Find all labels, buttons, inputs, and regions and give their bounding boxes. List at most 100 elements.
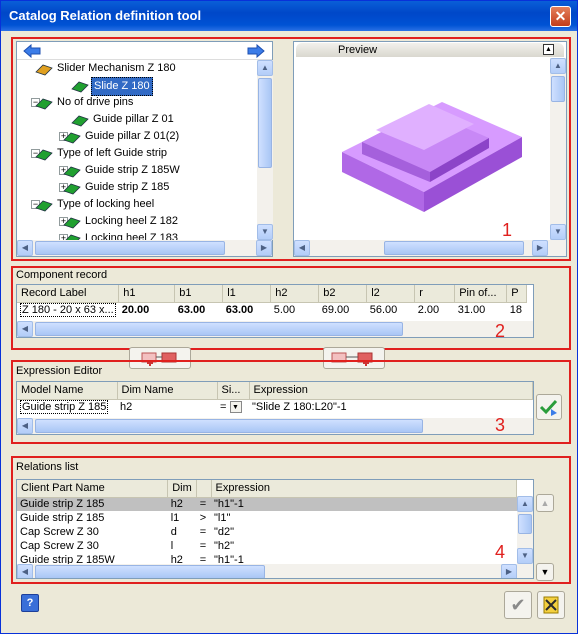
scroll-up-icon[interactable]: ▲ — [257, 60, 273, 76]
cancel-button[interactable] — [537, 591, 565, 619]
scroll-right-icon[interactable]: ▶ — [256, 240, 272, 256]
ok-button[interactable]: ✔ — [504, 591, 532, 619]
relations-grid[interactable]: Client Part Name Dim Expression Guide stri… — [16, 479, 534, 579]
scroll-up-icon[interactable]: ▲ — [550, 58, 566, 74]
table-row[interactable]: Guide strip Z 185 l1 > "l1" — [17, 511, 517, 525]
table-row[interactable]: Cap Screw Z 30 d = "d2" — [17, 525, 517, 539]
record-cell[interactable]: 5.00 — [271, 302, 319, 317]
preview-title: Preview — [338, 44, 378, 56]
tree-item[interactable]: + Guide strip Z 185 — [17, 179, 257, 196]
component-record-grid[interactable]: Record Label h1 b1 l1 h2 b2 l2 r Pin of... P Z 18… — [16, 284, 534, 338]
tree-item[interactable]: − No of drive pins — [17, 94, 257, 111]
scroll-thumb[interactable] — [384, 241, 524, 255]
column-header[interactable]: Dim — [167, 480, 198, 498]
scroll-right-icon[interactable]: ▶ — [532, 240, 548, 256]
column-header[interactable]: l2 — [366, 285, 416, 303]
tree-horizontal-scrollbar[interactable]: ◀ ▶ — [17, 240, 272, 256]
column-header[interactable]: Pin of... — [454, 285, 508, 303]
expression-sign-cell[interactable]: = — [220, 401, 226, 413]
group-icon — [35, 198, 53, 212]
tree-item[interactable]: + Locking heel Z 183 — [17, 230, 257, 240]
column-header[interactable]: l1 — [222, 285, 272, 303]
tree-item[interactable]: − Type of left Guide strip — [17, 145, 257, 162]
scroll-down-icon[interactable]: ▼ — [517, 548, 533, 564]
column-header[interactable]: Expression — [211, 480, 518, 498]
move-up-button[interactable]: ▲ — [536, 494, 554, 512]
tree-item[interactable]: Slider Mechanism Z 180 — [17, 60, 257, 77]
move-down-button[interactable]: ▼ — [536, 563, 554, 581]
expression-scrollbar[interactable]: ◀ — [17, 418, 533, 434]
scroll-left-icon[interactable]: ◀ — [17, 418, 33, 434]
column-header[interactable]: Client Part Name — [17, 480, 169, 498]
scroll-thumb[interactable] — [518, 514, 532, 534]
record-cell[interactable]: Z 180 - 20 x 63 x... — [17, 302, 119, 317]
scroll-right-icon[interactable]: ▶ — [501, 564, 517, 578]
relation-cell: Guide strip Z 185 — [20, 498, 105, 511]
column-header[interactable]: Expression — [249, 382, 533, 400]
preview-header: Preview ▲ — [296, 43, 564, 57]
record-cell[interactable]: 18 — [507, 302, 527, 317]
relations-horizontal-scrollbar[interactable]: ◀ ▶ — [17, 564, 533, 578]
column-header[interactable]: Si... — [217, 382, 250, 400]
scroll-left-icon[interactable]: ◀ — [294, 240, 310, 256]
relation-cell: = — [199, 498, 207, 511]
scroll-thumb[interactable] — [35, 322, 403, 336]
record-cell[interactable]: 20.00 — [119, 302, 175, 317]
relation-cell: > — [199, 512, 207, 524]
sign-dropdown-icon[interactable]: ▼ — [229, 400, 242, 413]
tree-item[interactable]: + Locking heel Z 182 — [17, 213, 257, 230]
record-cell[interactable]: 2.00 — [415, 302, 455, 317]
column-header[interactable]: Dim Name — [117, 382, 218, 400]
apply-expression-button[interactable] — [536, 394, 562, 420]
forward-arrow-icon[interactable] — [247, 44, 265, 58]
scroll-up-icon[interactable]: ▲ — [517, 496, 533, 512]
scroll-thumb[interactable] — [35, 241, 225, 255]
tree-item[interactable]: − Type of locking heel — [17, 196, 257, 213]
scroll-thumb[interactable] — [35, 419, 423, 433]
table-row[interactable]: Cap Screw Z 30 l = "h2" — [17, 539, 517, 553]
expression-text-cell[interactable]: "Slide Z 180:L20"-1 — [249, 399, 533, 414]
back-arrow-icon[interactable] — [23, 44, 41, 58]
record-cell[interactable]: 31.00 — [455, 302, 507, 317]
tree-item-label: Type of left Guide strip — [57, 147, 168, 159]
column-header[interactable]: P — [506, 285, 528, 303]
column-header[interactable]: Record Label — [17, 285, 120, 303]
record-cell[interactable]: 63.00 — [175, 302, 223, 317]
record-cell[interactable]: 56.00 — [367, 302, 415, 317]
tree-item[interactable]: Guide pillar Z 01 — [17, 111, 257, 128]
scroll-left-icon[interactable]: ◀ — [17, 321, 33, 337]
column-header[interactable] — [196, 480, 212, 498]
scroll-thumb[interactable] — [35, 565, 265, 578]
record-cell[interactable]: 69.00 — [319, 302, 367, 317]
tree-vertical-scrollbar[interactable]: ▲ ▼ — [257, 60, 273, 240]
scroll-thumb[interactable] — [551, 76, 565, 102]
tree-item[interactable]: + Guide strip Z 185W — [17, 162, 257, 179]
close-button[interactable]: ✕ — [550, 6, 571, 27]
tree-item[interactable]: Slide Z 180 — [17, 77, 257, 96]
expression-model-cell[interactable]: Guide strip Z 185 — [20, 399, 109, 414]
expression-dim-cell[interactable]: h2 — [117, 399, 217, 414]
expression-editor-grid[interactable]: Model Name Dim Name Si... Expression Guide … — [16, 381, 534, 435]
tree-item[interactable]: + Guide pillar Z 01(2) — [17, 128, 257, 145]
component-record-scrollbar[interactable]: ◀ — [17, 321, 533, 337]
scroll-left-icon[interactable]: ◀ — [17, 564, 33, 578]
column-header[interactable]: r — [414, 285, 456, 303]
scroll-down-icon[interactable]: ▼ — [550, 224, 566, 240]
record-cell[interactable]: 63.00 — [223, 302, 271, 317]
column-header[interactable]: Model Name — [17, 382, 118, 400]
column-header[interactable]: h1 — [118, 285, 176, 303]
scroll-thumb[interactable] — [258, 78, 272, 168]
help-button[interactable]: ? — [21, 594, 39, 612]
relations-vertical-scrollbar[interactable]: ▲ ▼ — [517, 496, 533, 564]
column-header[interactable]: b1 — [174, 285, 224, 303]
preview-horizontal-scrollbar[interactable]: ◀ ▶ — [294, 240, 566, 256]
column-header[interactable]: b2 — [318, 285, 368, 303]
preview-vertical-scrollbar[interactable]: ▲ ▼ — [550, 58, 566, 240]
table-row[interactable]: Guide strip Z 185 h2 = "h1"-1 — [17, 497, 517, 511]
scroll-down-icon[interactable]: ▼ — [257, 224, 273, 240]
collapse-icon[interactable]: ▲ — [543, 44, 554, 55]
relation-cell: l — [170, 540, 174, 552]
tree-view[interactable]: Slider Mechanism Z 180 Slide Z 180− No of … — [17, 60, 272, 240]
column-header[interactable]: h2 — [270, 285, 320, 303]
scroll-left-icon[interactable]: ◀ — [17, 240, 33, 256]
